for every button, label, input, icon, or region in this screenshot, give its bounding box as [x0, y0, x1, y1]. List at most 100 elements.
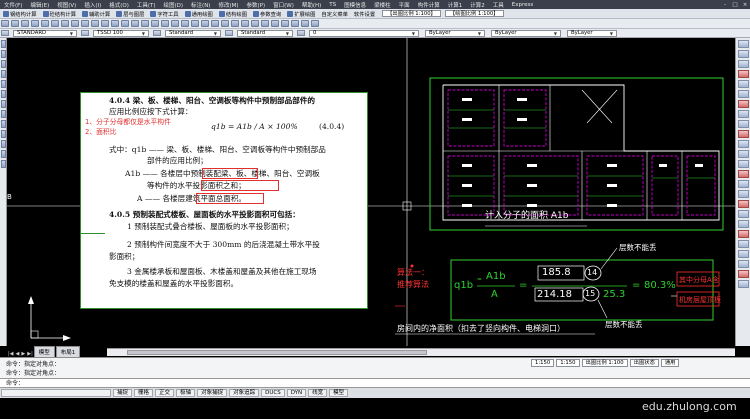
undo-icon[interactable]	[91, 20, 99, 27]
plugin-general-draw[interactable]: 通用绘图	[182, 10, 216, 18]
leader-tool-icon[interactable]	[738, 260, 749, 268]
point-tool-icon[interactable]	[1, 130, 6, 138]
plugin-struct-draw[interactable]: 结构绘图	[216, 10, 250, 18]
ortho-toggle[interactable]: 正交	[155, 389, 175, 397]
lock-icon[interactable]	[271, 20, 279, 27]
spline-tool-icon[interactable]	[1, 100, 6, 108]
mleader-style-dropdown[interactable]: Standard ▼	[237, 29, 293, 37]
circle-tool-icon[interactable]	[1, 90, 6, 98]
menu-draw[interactable]: 绘图(D)	[160, 1, 188, 9]
tab-layout1[interactable]: 布局1	[55, 346, 81, 357]
help-icon[interactable]	[211, 20, 219, 27]
sheet-set-icon[interactable]	[181, 20, 189, 27]
table-tool-icon[interactable]	[1, 160, 6, 168]
explode-tool-icon[interactable]	[738, 190, 749, 198]
close-icon[interactable]: ×	[740, 2, 750, 8]
mode-combo[interactable]: 通用	[660, 358, 680, 367]
zoom-prev-icon[interactable]	[141, 20, 149, 27]
snap-toggle[interactable]: 捕捉	[113, 389, 133, 397]
dim-style-dropdown[interactable]: TSSD 100 ▼	[93, 29, 149, 37]
plugin-settings[interactable]: 软件设置	[351, 10, 378, 18]
print-icon[interactable]	[31, 20, 39, 27]
move-tool-icon[interactable]	[738, 90, 749, 98]
ducs-toggle[interactable]: DUCS	[261, 389, 285, 397]
horizontal-scrollbar[interactable]	[107, 348, 735, 356]
array-tool-icon[interactable]	[738, 80, 749, 88]
color-dropdown[interactable]: ByLayer ▼	[425, 29, 485, 37]
markup-icon[interactable]	[191, 20, 199, 27]
lineweight-toggle[interactable]: 线宽	[308, 389, 328, 397]
tolerance-tool-icon[interactable]	[738, 270, 749, 278]
menu-tools[interactable]: 工具(T)	[133, 1, 160, 9]
dim-baseline-icon[interactable]	[738, 240, 749, 248]
layer-prop-icon[interactable]	[221, 20, 229, 27]
linetype-icon[interactable]	[291, 20, 299, 27]
menu-member-calc[interactable]: 构件计算	[414, 1, 444, 9]
menu-window[interactable]: 窗口(W)	[269, 1, 298, 9]
mirror-tool-icon[interactable]	[738, 60, 749, 68]
layer-state-icon[interactable]	[231, 20, 239, 27]
dim-style-icon[interactable]	[81, 30, 89, 36]
hatch-tool-icon[interactable]	[1, 140, 6, 148]
osnap-toggle[interactable]: 对象捕捉	[197, 389, 228, 397]
menu-calc1[interactable]: 计算1	[444, 1, 467, 9]
otrack-toggle[interactable]: 对象追踪	[229, 389, 260, 397]
block-tool-icon[interactable]	[1, 120, 6, 128]
plot-style-icon[interactable]	[311, 20, 319, 27]
dim-linear-icon[interactable]	[738, 200, 749, 208]
zoom-window-icon[interactable]	[131, 20, 139, 27]
menu-model-info[interactable]: 图模信息	[340, 1, 370, 9]
standard-excerpt[interactable]: 4.0.4 梁、板、楼梯、阳台、空调板等构件中预制部品部件的 应用比例应按下式计…	[80, 92, 368, 309]
offset-tool-icon[interactable]	[738, 70, 749, 78]
plot-state-combo[interactable]: 出图状态	[629, 358, 659, 367]
design-center-icon[interactable]	[161, 20, 169, 27]
layer-dropdown[interactable]: 0 ▼	[309, 29, 419, 37]
scale-tool-icon[interactable]	[738, 110, 749, 118]
menu-calc2[interactable]: 计算2	[466, 1, 489, 9]
menu-tools2[interactable]: 工具	[489, 1, 508, 9]
line-tool-icon[interactable]	[1, 40, 6, 48]
grid-toggle[interactable]: 栅格	[134, 389, 154, 397]
menu-params[interactable]: 参数(P)	[243, 1, 270, 9]
plugin-concrete-calc[interactable]: 砼结构计算	[40, 10, 80, 18]
dim-aligned-icon[interactable]	[738, 210, 749, 218]
text-style-dropdown[interactable]: STANDARD ▼	[13, 29, 77, 37]
style-icon[interactable]	[1, 30, 9, 36]
freeze-icon[interactable]	[261, 20, 269, 27]
minimize-icon[interactable]: -	[720, 2, 730, 8]
tab-model[interactable]: 模型	[33, 346, 55, 357]
ellipse-tool-icon[interactable]	[1, 110, 6, 118]
trim-tool-icon[interactable]	[738, 130, 749, 138]
dim-radius-icon[interactable]	[738, 220, 749, 228]
menu-beam-slab-col[interactable]: 梁楼柱	[370, 1, 395, 9]
plugin-param-query[interactable]: 参数查询	[250, 10, 284, 18]
dyn-toggle[interactable]: DYN	[286, 389, 307, 397]
scroll-thumb[interactable]	[127, 350, 427, 355]
maximize-icon[interactable]: □	[730, 2, 740, 8]
dim-angle-icon[interactable]	[738, 230, 749, 238]
table-style-icon[interactable]	[153, 30, 161, 36]
save-icon[interactable]	[21, 20, 29, 27]
polygon-tool-icon[interactable]	[1, 60, 6, 68]
menu-file[interactable]: 文件(F)	[0, 1, 26, 9]
mleader-style-icon[interactable]	[225, 30, 233, 36]
menu-view[interactable]: 视图(V)	[53, 1, 80, 9]
join-tool-icon[interactable]	[738, 160, 749, 168]
new-file-icon[interactable]	[1, 20, 9, 27]
menu-modify[interactable]: 修改(M)	[214, 1, 242, 9]
menu-ts[interactable]: TS	[325, 2, 340, 8]
plugin-text-tools[interactable]: 字符工具	[147, 10, 181, 18]
rect-tool-icon[interactable]	[1, 70, 6, 78]
color-icon[interactable]	[281, 20, 289, 27]
copy-tool-icon[interactable]	[738, 50, 749, 58]
redo-icon[interactable]	[101, 20, 109, 27]
plot-scale-button[interactable]: 【出图比例 1:100】	[382, 10, 441, 17]
calc-icon[interactable]	[201, 20, 209, 27]
plugin-layers[interactable]: 层与图层	[113, 10, 147, 18]
fillet-tool-icon[interactable]	[738, 180, 749, 188]
cut-icon[interactable]	[51, 20, 59, 27]
model-toggle[interactable]: 模型	[329, 389, 349, 397]
extend-tool-icon[interactable]	[738, 140, 749, 148]
layer-icon[interactable]	[297, 30, 305, 36]
linetype-dropdown[interactable]: ByLayer ▼	[491, 29, 561, 37]
